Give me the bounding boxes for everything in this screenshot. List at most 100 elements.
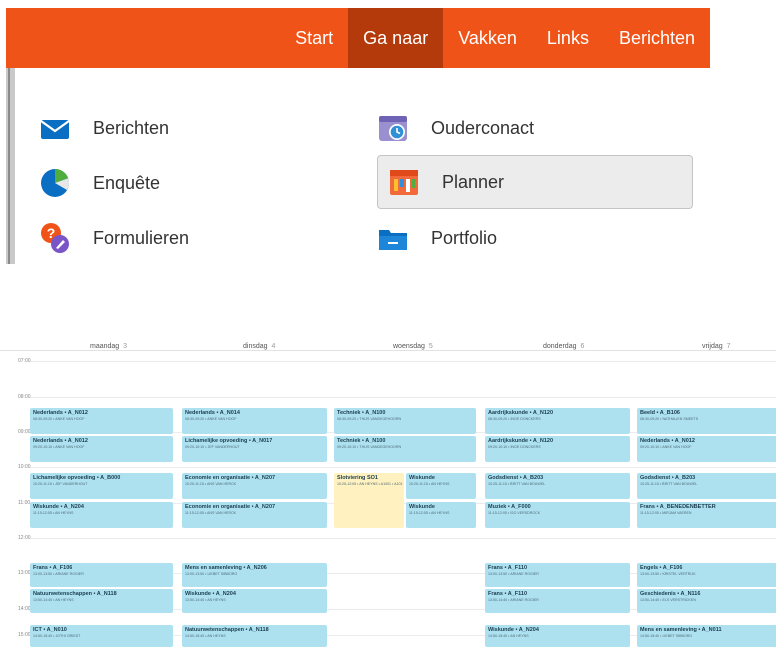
calendar-event[interactable]: Frans • A_BENEDENBETTER 11:15-12:05 • MIR… [637,502,776,528]
folder-icon [377,222,409,254]
event-title: Nederlands • A_N012 [33,410,88,416]
event-title: Frans • A_F106 [33,565,73,571]
event-title: Godsdienst • A_B203 [488,475,544,481]
event-title: Techniek • A_N100 [337,438,386,444]
event-title: Nederlands • A_N014 [185,410,240,416]
planner-icon [388,166,420,198]
calendar-clock-icon [377,112,409,144]
event-title: Nederlands • A_N012 [640,438,695,444]
day-header-thursday[interactable]: donderdag 6 [543,343,584,350]
calendar-event[interactable]: ICT • A_N010 14:50-15:40 • JOTHI ORIEDT [30,625,173,647]
day-header-monday[interactable]: maandag 3 [90,343,127,350]
nav-ga-naar[interactable]: Ga naar [348,8,444,68]
calendar-event[interactable]: Economie en organisatie • A_N207 11:15-12… [182,502,327,528]
event-details: 09:20-10:10 • INGE DONCKERS [488,445,541,449]
menu-item-portfolio[interactable]: Portfolio [377,218,497,258]
nav-start[interactable]: Start [280,8,348,68]
event-details: 08:30-09:20 • NATHALIEN SMEETS [640,417,699,421]
calendar-event[interactable]: Techniek • A_N100 08:30-09:20 • THIJS VAN… [334,408,476,434]
menu-item-enquete[interactable]: Enquête [39,163,160,203]
menu-item-formulieren[interactable]: ? Formulieren [39,218,189,258]
event-details: 08:30-09:20 • ANKE VAN HOOF [185,417,237,421]
event-title: Techniek • A_N100 [337,410,386,416]
nav-links[interactable]: Links [532,8,604,68]
menu-item-oudercontact[interactable]: Ouderconact [377,108,534,148]
background-window-edge [6,68,15,264]
calendar-event[interactable]: Aardrijkskunde • A_N120 09:20-10:10 • ING… [485,436,630,462]
hour-gridline [30,538,776,539]
calendar-event[interactable]: Techniek • A_N100 09:20-10:10 • THIJS VAN… [334,436,476,462]
calendar-event[interactable]: Frans • A_F110 13:50-14:40 • ARIANE ROGIE… [485,589,630,613]
calendar-event[interactable]: Aardrijkskunde • A_N120 08:30-09:20 • ING… [485,408,630,434]
event-details: 10:25-12:05 • AN HEYNS • A1001 • A101 [337,482,403,486]
event-details: 13:00-13:50 • LIEBET SIBBORG [185,572,238,576]
day-header-tuesday[interactable]: dinsdag 4 [243,343,275,350]
calendar-event[interactable]: Frans • A_F110 13:00-13:50 • ARIANE ROGIE… [485,563,630,587]
calendar-event[interactable]: Lichamelijke opvoeding • A_B000 10:25-11:… [30,473,173,499]
calendar-event[interactable]: Wiskunde • A_N204 13:50-14:40 • AN HEYNS [182,589,327,613]
menu-label: Berichten [93,117,170,138]
calendar-event[interactable]: Frans • A_F106 13:00-13:50 • ARIANE ROGIE… [30,563,173,587]
event-details: 09:20-10:10 • ANKE VAN HOOF [33,445,85,449]
event-details: 13:00-13:50 • ARIANE ROGIER [488,572,539,576]
calendar-event[interactable]: Engels • A_F106 13:00-13:50 • KRISTEL VER… [637,563,776,587]
day-header-wednesday[interactable]: woensdag 5 [393,343,433,350]
time-label: 11:00 [18,500,31,506]
calendar-event[interactable]: Muziek • A_F000 11:15-12:05 • ISO VERSDRO… [485,502,630,528]
calendar-event[interactable]: Lichamelijke opvoeding • A_N017 09:20-10:… [182,436,327,462]
calendar-event[interactable]: Slotviering SO1 10:25-12:05 • AN HEYNS • … [334,473,404,528]
time-label: 09:00 [18,429,31,435]
hour-gridline [30,397,776,398]
event-title: Lichamelijke opvoeding • A_N017 [185,438,273,444]
menu-item-planner[interactable]: Planner [377,155,693,209]
event-title: Wiskunde [409,504,435,510]
hour-gridline [30,361,776,362]
calendar-event[interactable]: Wiskunde • A_N204 11:15-12:05 • AN HEYNS [30,502,173,528]
event-details: 09:20-10:10 • THIJS VANDEGEHOORN [337,445,402,449]
event-details: 10:25-11:15 • JEF VANDERHOUT [33,482,88,486]
calendar-event[interactable]: Beeld • A_B106 08:30-09:20 • NATHALIEN SM… [637,408,776,434]
time-label: 14:00 [18,606,31,612]
calendar-event[interactable]: Natuurwetenschappen • A_N118 13:50-14:40 … [30,589,173,613]
calendar-event[interactable]: Wiskunde 10:25-11:15 • AN HEYNS [406,473,476,499]
envelope-icon [39,112,71,144]
event-details: 10:25-11:15 • AN HEYNS [409,482,450,486]
hour-gridline [30,467,776,468]
event-details: 13:00-13:50 • KRISTEL VERTRIJK [640,572,696,576]
calendar-event[interactable]: Geschiedenis • A_N116 13:50-14:40 • ELS V… [637,589,776,613]
event-details: 10:25-11:15 • BRITT VAN BOUWEL [640,482,698,486]
event-title: ICT • A_N010 [33,627,67,633]
menu-label: Ouderconact [431,117,535,138]
time-label: 07:00 [18,358,31,364]
calendar-event[interactable]: Mens en samenleving • A_N011 14:50-15:40 … [637,625,776,647]
event-details: 13:50-14:40 • ELS VERSTRICKEN [640,598,696,602]
day-header-friday[interactable]: vrijdag 7 [702,343,730,350]
event-details: 09:20-10:10 • JEF VANDERHOUT [185,445,240,449]
calendar-event[interactable]: Godsdienst • A_B203 10:25-11:15 • BRITT V… [637,473,776,499]
event-title: Slotviering SO1 [337,475,378,481]
calendar-event[interactable]: Nederlands • A_N012 09:20-10:10 • ANKE VA… [30,436,173,462]
calendar-event[interactable]: Nederlands • A_N012 08:30-09:20 • ANKE VA… [30,408,173,434]
time-label: 15:00 [18,632,31,638]
nav-berichten[interactable]: Berichten [604,8,710,68]
calendar-event[interactable]: Nederlands • A_N012 09:20-10:10 • ANKE VA… [637,436,776,462]
calendar-event[interactable]: Nederlands • A_N014 08:30-09:20 • ANKE VA… [182,408,327,434]
event-details: 11:15-12:05 • MIRJAM VAEREN [640,511,692,515]
calendar-event[interactable]: Mens en samenleving • A_N206 13:00-13:50 … [182,563,327,587]
menu-item-berichten[interactable]: Berichten [39,108,169,148]
calendar-event[interactable]: Godsdienst • A_B203 10:25-11:15 • BRITT V… [485,473,630,499]
event-details: 14:50-15:40 • JOTHI ORIEDT [33,634,81,638]
calendar-event[interactable]: Wiskunde 11:15-12:05 • AN HEYNS [406,502,476,528]
event-title: Nederlands • A_N012 [33,438,88,444]
planner-week-view: maandag 3 dinsdag 4 woensdag 5 donderdag… [0,330,776,650]
time-label: 10:00 [18,464,31,470]
event-title: Frans • A_F110 [488,591,528,597]
event-details: 13:50-14:40 • AN HEYNS [33,598,74,602]
event-details: 14:50-15:40 • AN HEYNS [185,634,226,638]
calendar-event[interactable]: Wiskunde • A_N204 14:50-15:40 • AN HEYNS [485,625,630,647]
nav-vakken[interactable]: Vakken [443,8,532,68]
calendar-event[interactable]: Economie en organisatie • A_N207 10:25-11… [182,473,327,499]
event-details: 14:50-15:40 • LIEBET SIBBORG [640,634,693,638]
calendar-event[interactable]: Natuurwetenschappen • A_N118 14:50-15:40 … [182,625,327,647]
event-title: Economie en organisatie • A_N207 [185,475,276,481]
